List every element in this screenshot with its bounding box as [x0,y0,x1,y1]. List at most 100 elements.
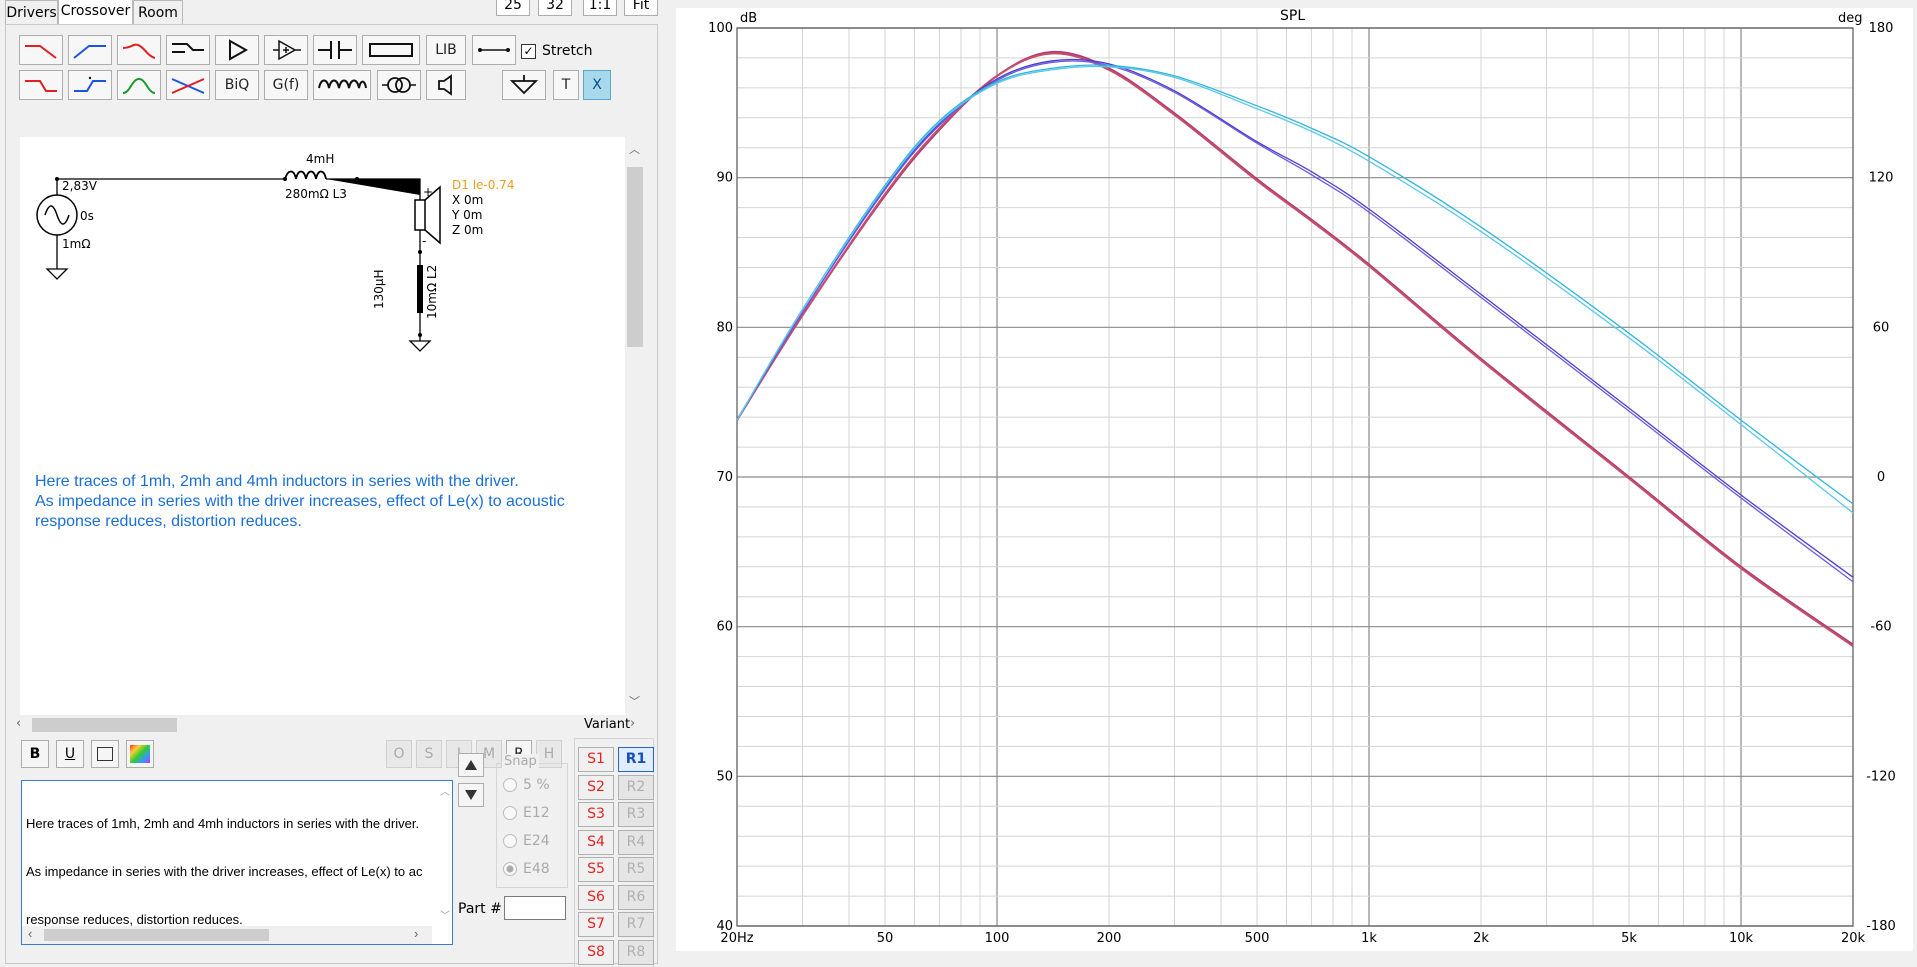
scroll-right-icon[interactable]: › [630,716,635,731]
speaker-icon [438,74,452,96]
speaker-button[interactable] [426,70,466,100]
editor-scroll-up-icon[interactable]: ︿ [440,785,450,801]
variant-s8-button[interactable]: S8 [578,939,614,965]
snap-option-e24[interactable]: E24 [503,833,550,849]
variant-s2-button[interactable]: S2 [578,774,614,800]
y-tick-label: 40 [716,919,733,934]
resistor-button[interactable] [362,35,420,65]
variant-r3-button[interactable]: R3 [618,802,654,827]
variant-s5-button[interactable]: S5 [578,857,614,882]
schematic-horizontal-scrollbar[interactable]: ‹ › [14,715,644,735]
editor-scroll-right-icon[interactable]: › [414,926,418,942]
variant-s3-button[interactable]: S3 [578,802,614,827]
highpass-icon [73,45,106,59]
spl-series-4 [736,60,1854,583]
move-up-button[interactable] [458,753,484,777]
lib-label: LIB [435,42,457,58]
variant-r4-button[interactable]: R4 [618,829,654,855]
scroll-down-icon[interactable]: ﹀ [629,693,640,709]
stretch-checkbox[interactable]: ✓ Stretch [521,43,593,59]
text-tool-button[interactable]: T [553,70,579,100]
editor-scroll-thumb[interactable] [44,929,269,941]
vertical-scroll-thumb[interactable] [627,167,643,347]
tab-room[interactable]: Room [133,0,183,25]
notch-button[interactable] [166,70,210,100]
x-label: X [592,77,602,93]
editor-scroll-down-icon[interactable]: ﹀ [440,909,450,925]
shelf-filter-button[interactable] [166,35,210,65]
close-x-button[interactable]: X [583,70,611,100]
mode-o-button[interactable]: O [386,740,412,768]
move-down-button[interactable] [458,783,484,807]
note-line-1: Here traces of 1mh, 2mh and 4mh inductor… [35,473,519,490]
lowpass-filter-button[interactable] [19,35,63,65]
inductor-button[interactable] [313,70,371,100]
capacitor-icon [318,41,352,59]
ground-icon [509,75,539,95]
zoom-fit-button[interactable]: Fit [624,0,658,16]
mode-s-button[interactable]: S [416,740,442,768]
part-number-input[interactable] [504,896,566,920]
variant-r7-button[interactable]: R7 [618,912,654,937]
highpass2-button[interactable] [68,70,112,100]
y-axis-label-left: dB [740,11,758,26]
y-tick-label: 90 [716,171,733,186]
schematic-vertical-scrollbar[interactable]: ︿ ﹀ [625,137,645,715]
variant-r5-button[interactable]: R5 [618,857,654,882]
variant-s4-button[interactable]: S4 [578,829,614,855]
tab-crossover[interactable]: Crossover [58,0,133,25]
spl-chart-panel[interactable]: 20Hz 50 100 200 500 1k 2k 5k 10k 20k 40 50 60 70 80 90 1… [676,8,1913,951]
wire-icon [478,48,510,52]
variant-s6-button[interactable]: S6 [578,884,614,910]
lowpass-peak-button[interactable] [117,35,161,65]
radio-icon [503,806,517,820]
variant-s1-button[interactable]: S1 [578,747,614,772]
snap-option-e48[interactable]: E48 [503,861,550,877]
horizontal-scroll-thumb[interactable] [32,718,177,732]
schematic-canvas[interactable]: 2,83V 0s 1mΩ 4mH 280mΩ L3 + - D1 le-0.74… [20,137,645,715]
snap-option-e12[interactable]: E12 [503,805,550,821]
bold-button[interactable]: B [21,740,49,768]
zoom-25-button[interactable]: 25 [496,0,530,16]
editor-scroll-left-icon[interactable]: ‹ [28,926,32,942]
editor-horizontal-scrollbar[interactable]: ‹ › [22,926,432,944]
lowpass2-button[interactable] [19,70,63,100]
snap-option-5pct[interactable]: 5 % [503,777,550,793]
driver-x: X 0m [452,193,484,207]
y2-tick-label: 0 [1877,470,1885,485]
border-button[interactable] [91,740,119,768]
amplifier-button[interactable] [215,35,259,65]
note-text-editor[interactable]: Here traces of 1mh, 2mh and 4mh inductor… [21,780,453,945]
wire-button[interactable] [472,35,516,65]
ground-button[interactable] [502,70,546,100]
variant-r8-button[interactable]: R8 [618,939,654,965]
zoom-1-1-button[interactable]: 1:1 [583,0,617,16]
scroll-left-icon[interactable]: ‹ [16,716,21,731]
snap-option-label: E48 [523,861,550,877]
ground-symbol-2 [408,340,432,352]
snap-title: Snap [502,754,539,769]
scroll-up-icon[interactable]: ︿ [629,141,640,157]
inductor-l2 [417,265,423,313]
transformer-button[interactable] [377,70,421,100]
inductor-icon [318,79,367,89]
shelf-icon [172,43,204,53]
variant-r1-button[interactable]: R1 [618,747,654,772]
tab-drivers[interactable]: Drivers [5,0,58,25]
variant-r2-button[interactable]: R2 [618,774,654,800]
buffer-button[interactable] [264,35,308,65]
transfer-function-button[interactable]: G(f) [264,70,308,100]
library-button[interactable]: LIB [426,35,466,65]
spl-chart: 20Hz 50 100 200 500 1k 2k 5k 10k 20k4050607080901… [708,21,1896,946]
variant-r6-button[interactable]: R6 [618,884,654,910]
radio-icon [503,778,517,792]
variant-s7-button[interactable]: S7 [578,912,614,937]
bandpass-button[interactable] [117,70,161,100]
capacitor-button[interactable] [313,35,357,65]
underline-button[interactable]: U [56,740,84,768]
zoom-32-button[interactable]: 32 [538,0,572,16]
biquad-button[interactable]: BiQ [215,70,259,100]
highpass-filter-button[interactable] [68,35,112,65]
color-picker-button[interactable] [126,740,154,768]
schematic-drawing [36,170,441,352]
